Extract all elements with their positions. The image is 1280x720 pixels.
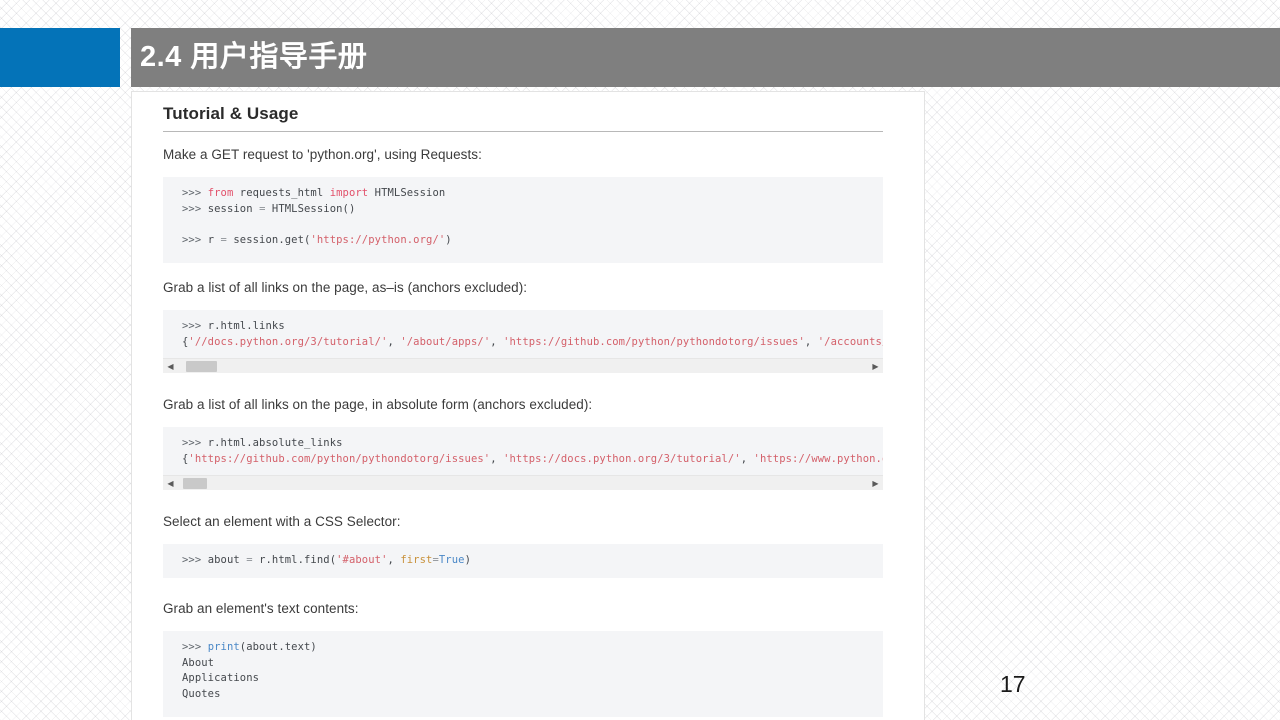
section-paragraph-4: Select an element with a CSS Selector:	[163, 514, 401, 529]
code-line: About	[182, 656, 215, 669]
code-block-5: >>> print(about.text) About Applications…	[163, 631, 883, 717]
section-paragraph-1: Make a GET request to 'python.org', usin…	[163, 147, 482, 162]
code-line: >>> r.html.links	[182, 320, 285, 332]
scrollbar-thumb[interactable]	[186, 361, 217, 372]
section-paragraph-3: Grab a list of all links on the page, in…	[163, 397, 593, 412]
slide-canvas: 2.4 用户指导手册 Tutorial & Usage Make a GET r…	[0, 0, 1280, 720]
code-block-2: >>> r.html.links {'//docs.python.org/3/t…	[163, 310, 883, 358]
code-line: >>> r.html.absolute_links	[182, 437, 343, 449]
code-line: >>> r = session.get('https://python.org/…	[182, 233, 452, 246]
section-paragraph-2: Grab a list of all links on the page, as…	[163, 280, 528, 295]
code-block-3: >>> r.html.absolute_links {'https://gith…	[163, 427, 883, 475]
code-line: Quotes	[182, 687, 221, 700]
document-heading: Tutorial & Usage	[163, 104, 299, 123]
code-line: {'//docs.python.org/3/tutorial/', '/abou…	[182, 335, 883, 348]
code-block-2-hscrollbar[interactable]: ◀ ▶	[163, 358, 883, 373]
code-line: >>> print(about.text)	[182, 641, 317, 653]
scroll-right-icon[interactable]: ▶	[868, 476, 883, 491]
code-block-3-hscrollbar[interactable]: ◀ ▶	[163, 475, 883, 490]
heading-divider	[163, 131, 883, 132]
slide-title: 2.4 用户指导手册	[140, 41, 368, 73]
scroll-left-icon[interactable]: ◀	[163, 476, 178, 491]
scrollbar-track[interactable]	[178, 359, 868, 373]
slide-title-band: 2.4 用户指导手册	[0, 28, 1280, 87]
code-line: {'https://github.com/python/pythondotorg…	[182, 452, 883, 465]
document-panel: Tutorial & Usage Make a GET request to '…	[131, 91, 925, 720]
scroll-right-icon[interactable]: ▶	[868, 359, 883, 374]
code-line: >>> about = r.html.find('#about', first=…	[182, 554, 471, 566]
code-line: Applications	[182, 672, 260, 685]
code-line: >>> from requests_html import HTMLSessio…	[182, 187, 446, 199]
scrollbar-track[interactable]	[178, 476, 868, 490]
code-block-4: >>> about = r.html.find('#about', first=…	[163, 544, 883, 578]
code-line: >>> session = HTMLSession()	[182, 202, 356, 215]
section-paragraph-5: Grab an element's text contents:	[163, 601, 359, 616]
title-accent-block	[0, 28, 120, 87]
scroll-left-icon[interactable]: ◀	[163, 359, 178, 374]
code-block-1: >>> from requests_html import HTMLSessio…	[163, 177, 883, 263]
page-number: 17	[1000, 671, 1026, 697]
scrollbar-thumb[interactable]	[183, 478, 207, 489]
